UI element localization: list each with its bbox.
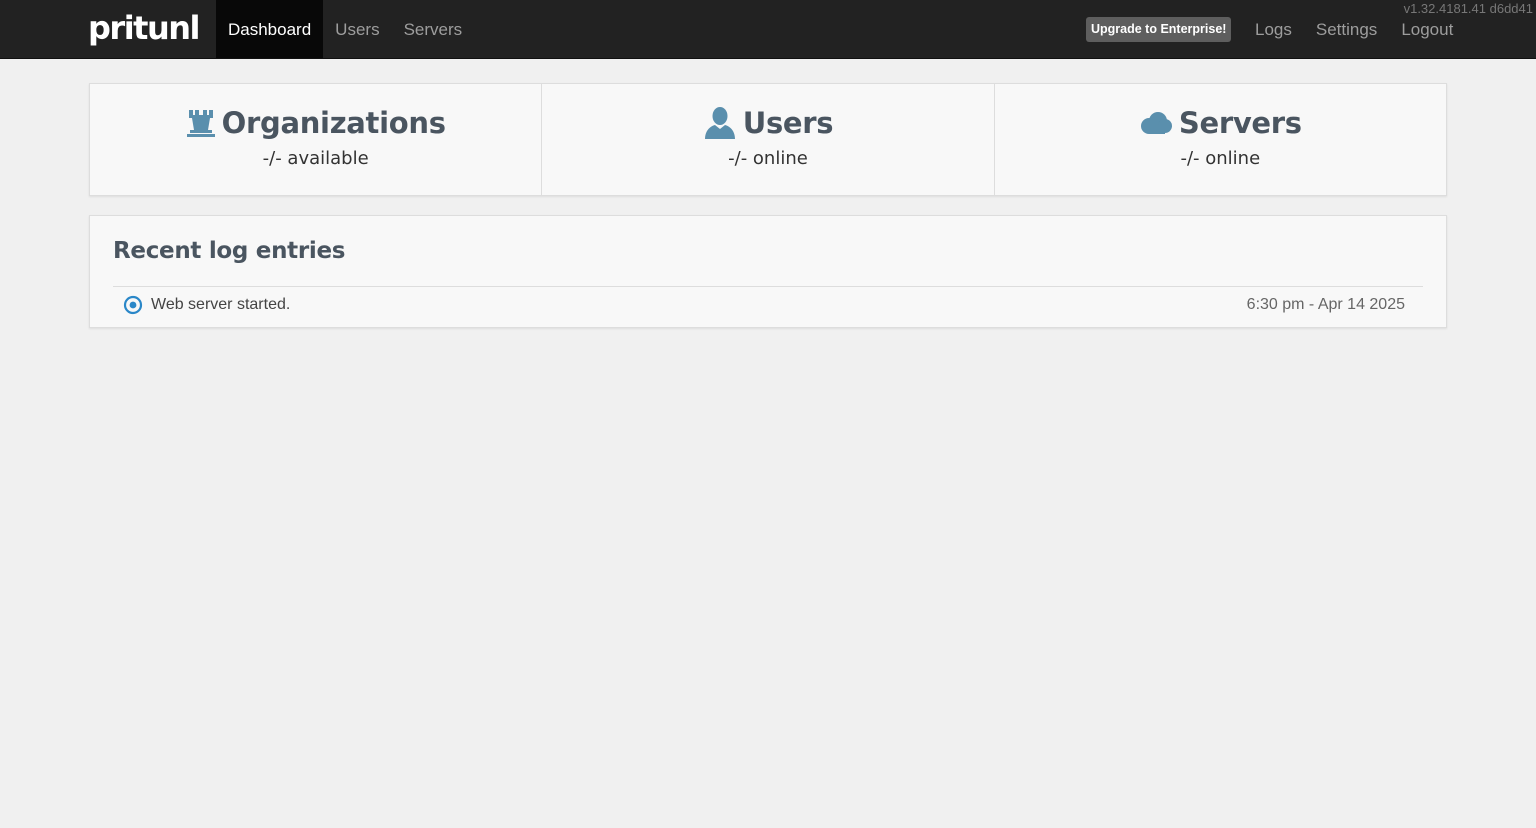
log-message: Web server started.: [151, 296, 291, 313]
upgrade-enterprise-button[interactable]: Upgrade to Enterprise!: [1086, 17, 1232, 42]
nav-servers[interactable]: Servers: [392, 0, 475, 58]
stat-subtitle: -/- online: [1180, 148, 1261, 169]
brand-logo[interactable]: pritunl: [88, 6, 200, 50]
stat-servers: Servers -/- online: [993, 84, 1446, 195]
log-panel-title: Recent log entries: [113, 238, 346, 264]
cloud-icon: [1139, 111, 1173, 135]
nav-dashboard[interactable]: Dashboard: [216, 0, 324, 58]
log-timestamp: 6:30 pm - Apr 14 2025: [1246, 296, 1405, 313]
stat-title: Organizations: [221, 106, 446, 140]
record-icon: [123, 295, 143, 320]
stat-title: Users: [742, 106, 834, 140]
version-label: v1.32.4181.41 d6dd41: [1403, 1, 1533, 16]
tower-icon: [186, 108, 216, 138]
log-entry: Web server started. 6:30 pm - Apr 14 202…: [113, 287, 1423, 324]
top-navbar: pritunl Dashboard Users Servers Upgrade …: [0, 0, 1536, 59]
stat-title: Servers: [1178, 106, 1302, 140]
stat-subtitle: -/- available: [262, 148, 369, 169]
recent-logs-panel: Recent log entries Web server started. 6…: [89, 215, 1447, 328]
dashboard-stats: Organizations -/- available Users -/- on…: [89, 83, 1447, 196]
nav-users[interactable]: Users: [323, 0, 391, 58]
user-icon: [703, 106, 737, 140]
stat-users: Users -/- online: [541, 84, 993, 195]
nav-settings[interactable]: Settings: [1304, 0, 1389, 58]
main-nav: Dashboard Users Servers: [216, 0, 474, 58]
stat-subtitle: -/- online: [728, 148, 808, 169]
nav-logs[interactable]: Logs: [1243, 0, 1304, 58]
stat-organizations: Organizations -/- available: [90, 84, 541, 195]
